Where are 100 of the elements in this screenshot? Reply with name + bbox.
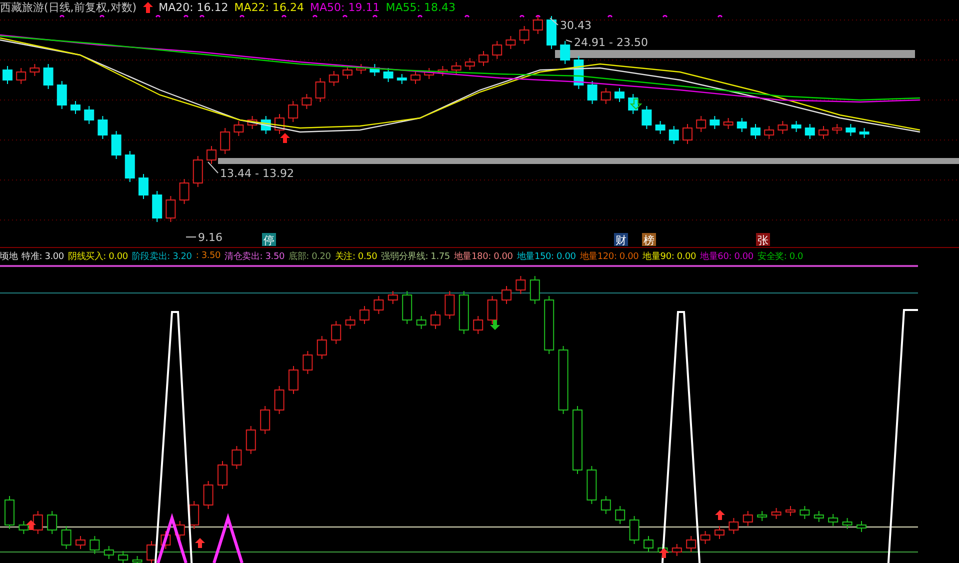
candlestick	[516, 276, 526, 294]
candlestick	[76, 536, 86, 550]
candlestick	[138, 174, 148, 200]
candlestick	[438, 66, 448, 76]
candlestick	[530, 276, 540, 304]
candlestick	[478, 50, 488, 66]
candlestick	[192, 156, 203, 188]
candlestick	[203, 480, 214, 510]
candlestick	[160, 530, 171, 550]
candlestick	[246, 426, 256, 454]
candlestick	[402, 290, 412, 324]
candlestick	[842, 518, 852, 530]
candlestick	[519, 26, 530, 44]
ma-legend-item: MA22: 16.24	[234, 1, 304, 14]
candlestick	[111, 130, 122, 160]
up-arrow-icon	[715, 510, 725, 520]
candlestick	[532, 16, 543, 34]
candlestick	[546, 16, 556, 50]
indicator-legend-item: 特准: 3.00	[22, 250, 64, 262]
candlestick	[614, 88, 624, 102]
candlestick	[444, 290, 455, 320]
candlestick	[800, 506, 810, 520]
candlestick	[70, 100, 80, 114]
candlestick	[615, 506, 626, 524]
candlestick	[2, 66, 12, 84]
indicator-legend-item: 强弱分界线: 1.75	[381, 250, 450, 262]
candlestick	[360, 306, 370, 324]
candlestick	[388, 290, 398, 304]
candlestick	[736, 118, 747, 132]
candlestick	[342, 66, 352, 80]
candlestick	[750, 124, 760, 140]
indicator-legend-item: 阶段卖出: 3.20	[132, 250, 192, 262]
candlestick	[814, 510, 824, 522]
up-arrow-icon	[195, 538, 205, 548]
event-badge: 财	[614, 233, 628, 247]
candlestick	[416, 316, 426, 330]
candlestick	[345, 316, 356, 330]
candlestick	[846, 124, 856, 136]
candlestick	[104, 546, 114, 560]
candlestick	[356, 64, 366, 74]
price-label: 9.16	[198, 231, 222, 244]
indicator-legend-item: 关注: 0.50	[334, 250, 378, 262]
indicator-legend-item: 顷地	[0, 250, 18, 262]
candlestick	[587, 80, 598, 104]
candlestick	[728, 518, 739, 534]
candlestick	[642, 106, 652, 130]
indicator-legend-item: 安全奖: 0.0	[757, 250, 804, 262]
candlestick	[218, 460, 228, 490]
indicator-legend-item: 地量60: 0.00	[700, 250, 754, 262]
candlestick	[558, 346, 568, 414]
indicator-legend-item: 地量180: 0.00	[454, 250, 513, 262]
candlestick	[832, 124, 842, 134]
candlestick	[288, 100, 298, 122]
leader-line	[208, 162, 218, 174]
candlestick	[47, 510, 58, 534]
leader-line	[186, 236, 196, 238]
candlestick	[629, 516, 640, 544]
candlestick	[16, 68, 26, 84]
candlestick	[574, 56, 584, 90]
candlestick	[98, 116, 108, 140]
candlestick	[383, 68, 394, 82]
candlestick	[124, 150, 135, 182]
candlestick	[458, 290, 469, 334]
event-badge: 榜	[642, 233, 656, 247]
up-arrow-icon	[142, 2, 153, 13]
indicator-legend-item: 阴线买入: 0.00	[68, 250, 128, 262]
candlestick	[302, 350, 313, 374]
candlestick	[487, 296, 498, 324]
candlestick	[757, 510, 768, 522]
candlestick	[859, 128, 870, 138]
candlestick	[655, 120, 666, 134]
candlestick	[84, 106, 94, 124]
candlestick	[686, 536, 696, 552]
candlestick	[696, 116, 706, 132]
candlestick	[771, 508, 782, 520]
candlestick	[682, 124, 692, 144]
candlestick	[232, 446, 242, 470]
candlestick	[179, 178, 190, 204]
candlestick	[30, 64, 40, 76]
candlestick	[18, 520, 29, 534]
down-arrow-icon	[630, 98, 642, 110]
ma-legend-item: MA50: 19.11	[310, 1, 380, 14]
indicator-legend-item: 地量90: 0.00	[642, 250, 696, 262]
candlestick	[274, 386, 284, 414]
leader-line	[566, 40, 572, 42]
candlestick	[506, 36, 516, 50]
candlestick	[714, 526, 724, 540]
candlestick	[370, 64, 380, 76]
chart-title: 西藏旅游(日线,前复权,对数)	[0, 0, 137, 15]
candlestick	[56, 80, 67, 110]
candlestick	[260, 406, 270, 434]
candlestick	[544, 296, 554, 354]
candlestick	[628, 94, 638, 114]
candlestick	[572, 406, 582, 474]
candlestick	[274, 114, 284, 134]
candlestick	[778, 120, 788, 134]
down-arrow-icon	[490, 320, 500, 330]
candlestick	[586, 466, 597, 504]
candlestick	[672, 544, 682, 556]
candlestick	[166, 196, 176, 222]
